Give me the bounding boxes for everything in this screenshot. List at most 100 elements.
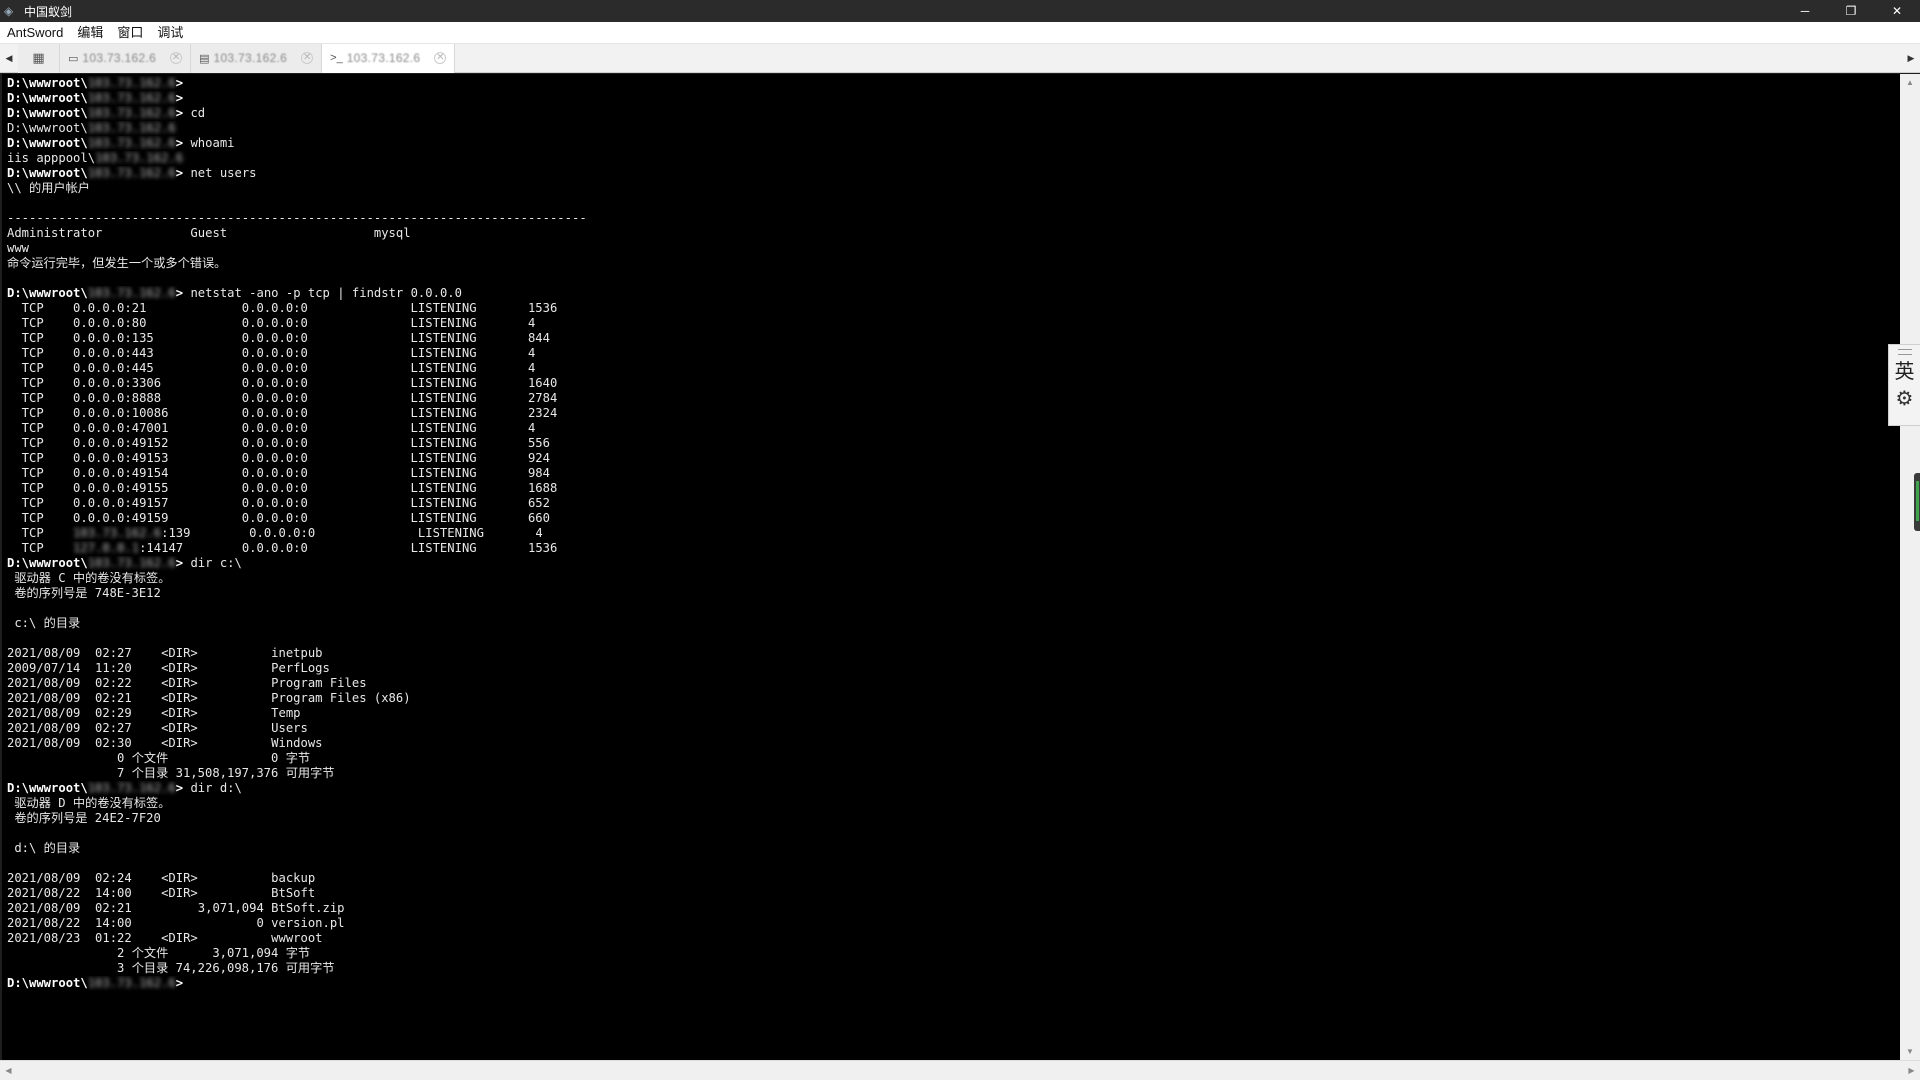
terminal-line: 2 个文件 3,071,094 字节 [7, 946, 1900, 961]
tab-close-button[interactable]: ✕ [434, 52, 447, 64]
tab-database[interactable]: ▤ 103.73.162.6 ✕ [191, 43, 323, 73]
tab-close-button[interactable]: ✕ [170, 52, 183, 64]
tab-terminal[interactable]: >_ 103.73.162.6 ✕ [322, 43, 456, 73]
prompt-text: D:\wwwroot\ [7, 286, 88, 300]
drag-handle-icon[interactable] [1897, 349, 1912, 355]
output-text: cd [190, 106, 206, 120]
terminal-line: D:\wwwroot\103.73.162.6> [7, 91, 1900, 106]
window-controls: ─ ❐ ✕ [1782, 0, 1920, 22]
output-text: TCP 0.0.0.0:445 0.0.0.0:0 LISTENING 4 [7, 361, 536, 375]
terminal-line: 0 个文件 0 字节 [7, 751, 1900, 766]
scroll-right-button[interactable]: ▶ [1903, 1061, 1920, 1080]
terminal-line: Administrator Guest mysql [7, 226, 1900, 241]
terminal-line: ----------------------------------------… [7, 211, 1900, 226]
output-text: net users [190, 166, 257, 180]
output-text: ----------------------------------------… [7, 211, 587, 225]
window-title: 中国蚁剑 [24, 4, 73, 19]
terminal-line: iis apppool\103.73.162.6 [7, 151, 1900, 166]
output-text: dir d:\ [190, 781, 242, 795]
tab-bar: ◀ ▦ ▭ 103.73.162.6 ✕ ▤ 103.73.162.6 ✕ >_… [0, 43, 1920, 73]
minimize-button[interactable]: ─ [1782, 0, 1828, 22]
title-bar: ◈ 中国蚁剑 ─ ❐ ✕ [0, 0, 1920, 22]
side-panel-handle[interactable] [1914, 473, 1920, 531]
prompt-text: D:\wwwroot\ [7, 136, 88, 150]
menu-antsword[interactable]: AntSword [0, 22, 70, 44]
output-text: 驱动器 C 中的卷没有标签。 [7, 571, 171, 585]
terminal-line: 3 个目录 74,226,098,176 可用字节 [7, 961, 1900, 976]
prompt-text: > [175, 91, 184, 105]
output-text: 卷的序列号是 24E2-7F20 [7, 811, 161, 825]
terminal-line: 驱动器 C 中的卷没有标签。 [7, 571, 1900, 586]
terminal-line: 2021/08/09 02:21 <DIR> Program Files (x8… [7, 691, 1900, 706]
prompt-text: D:\wwwroot\ [7, 781, 88, 795]
output-text: :139 0.0.0.0:0 LISTENING 4 [161, 526, 543, 540]
redacted-host: 103.73.162.6 [87, 976, 176, 990]
status-indicator [1916, 481, 1919, 521]
terminal-line: TCP 0.0.0.0:49159 0.0.0.0:0 LISTENING 66… [7, 511, 1900, 526]
gear-icon[interactable]: ⚙ [1896, 387, 1914, 411]
prompt-text: > [175, 166, 191, 180]
output-text: TCP [7, 526, 74, 540]
output-text: Administrator Guest mysql [7, 226, 411, 240]
terminal-line: 2009/07/14 11:20 <DIR> PerfLogs [7, 661, 1900, 676]
close-button[interactable]: ✕ [1874, 0, 1920, 22]
output-text: 2021/08/23 01:22 <DIR> wwwroot [7, 931, 323, 945]
output-text: TCP 0.0.0.0:135 0.0.0.0:0 LISTENING 844 [7, 331, 550, 345]
output-text: 2021/08/09 02:21 <DIR> Program Files (x8… [7, 691, 411, 705]
output-text: TCP 0.0.0.0:10086 0.0.0.0:0 LISTENING 23… [7, 406, 558, 420]
output-text: :14147 0.0.0.0:0 LISTENING 1536 [139, 541, 558, 555]
tab-file-manager[interactable]: ▭ 103.73.162.6 ✕ [60, 43, 192, 73]
terminal-line: D:\wwwroot\103.73.162.6 [7, 121, 1900, 136]
ime-toolbar[interactable]: 英 ⚙ [1888, 344, 1920, 426]
terminal-line: 2021/08/09 02:22 <DIR> Program Files [7, 676, 1900, 691]
horizontal-scrollbar[interactable]: ◀ ▶ [0, 1060, 1920, 1080]
terminal-line: D:\wwwroot\103.73.162.6> [7, 976, 1900, 991]
scroll-left-button[interactable]: ◀ [0, 1061, 17, 1080]
tab-home[interactable]: ▦ [18, 43, 60, 73]
terminal-line: 2021/08/09 02:29 <DIR> Temp [7, 706, 1900, 721]
terminal-line: www [7, 241, 1900, 256]
tab-scroll-right-button[interactable]: ▶ [1902, 44, 1920, 73]
menu-debug[interactable]: 调试 [150, 22, 190, 44]
redacted-host: 103.73.162.6 [87, 76, 176, 90]
output-text: TCP 0.0.0.0:49155 0.0.0.0:0 LISTENING 16… [7, 481, 558, 495]
terminal-line: D:\wwwroot\103.73.162.6> [7, 76, 1900, 91]
output-text: TCP 0.0.0.0:49157 0.0.0.0:0 LISTENING 65… [7, 496, 550, 510]
output-text: TCP 0.0.0.0:49154 0.0.0.0:0 LISTENING 98… [7, 466, 550, 480]
ime-language-toggle[interactable]: 英 [1895, 359, 1915, 385]
vertical-scrollbar[interactable]: ▲ ▼ [1900, 74, 1920, 1060]
menu-window[interactable]: 窗口 [110, 22, 150, 44]
terminal-line: D:\wwwroot\103.73.162.6> dir c:\ [7, 556, 1900, 571]
output-text: iis apppool\ [7, 151, 96, 165]
terminal-line: TCP 0.0.0.0:49152 0.0.0.0:0 LISTENING 55… [7, 436, 1900, 451]
tab-close-button[interactable]: ✕ [301, 52, 314, 64]
scroll-up-button[interactable]: ▲ [1900, 74, 1920, 91]
menu-bar: AntSword 编辑 窗口 调试 [0, 22, 1920, 44]
output-text: 2021/08/09 02:22 <DIR> Program Files [7, 676, 367, 690]
output-text: c:\ 的目录 [7, 616, 81, 630]
redacted-host: 103.73.162.6 [87, 91, 176, 105]
terminal-output[interactable]: D:\wwwroot\103.73.162.6> D:\wwwroot\103.7… [2, 74, 1900, 1060]
restore-button[interactable]: ❐ [1828, 0, 1874, 22]
redacted-host: 103.73.162.6 [87, 166, 176, 180]
terminal-line: D:\wwwroot\103.73.162.6> whoami [7, 136, 1900, 151]
terminal-line: TCP 0.0.0.0:3306 0.0.0.0:0 LISTENING 164… [7, 376, 1900, 391]
terminal-line: D:\wwwroot\103.73.162.6> net users [7, 166, 1900, 181]
terminal-line: TCP 0.0.0.0:49153 0.0.0.0:0 LISTENING 92… [7, 451, 1900, 466]
terminal-line: TCP 103.73.162.6:139 0.0.0.0:0 LISTENING… [7, 526, 1900, 541]
redacted-host: 103.73.162.6 [87, 286, 176, 300]
menu-edit[interactable]: 编辑 [70, 22, 110, 44]
tab-scroll-left-button[interactable]: ◀ [0, 44, 18, 73]
output-text: 7 个目录 31,508,197,376 可用字节 [7, 766, 335, 780]
output-text: 驱动器 D 中的卷没有标签。 [7, 796, 171, 810]
prompt-text: D:\wwwroot\ [7, 976, 88, 990]
scroll-down-button[interactable]: ▼ [1900, 1043, 1920, 1060]
output-text: 2021/08/09 02:27 <DIR> Users [7, 721, 308, 735]
output-text: D:\wwwroot\ [7, 121, 88, 135]
terminal-line: 7 个目录 31,508,197,376 可用字节 [7, 766, 1900, 781]
